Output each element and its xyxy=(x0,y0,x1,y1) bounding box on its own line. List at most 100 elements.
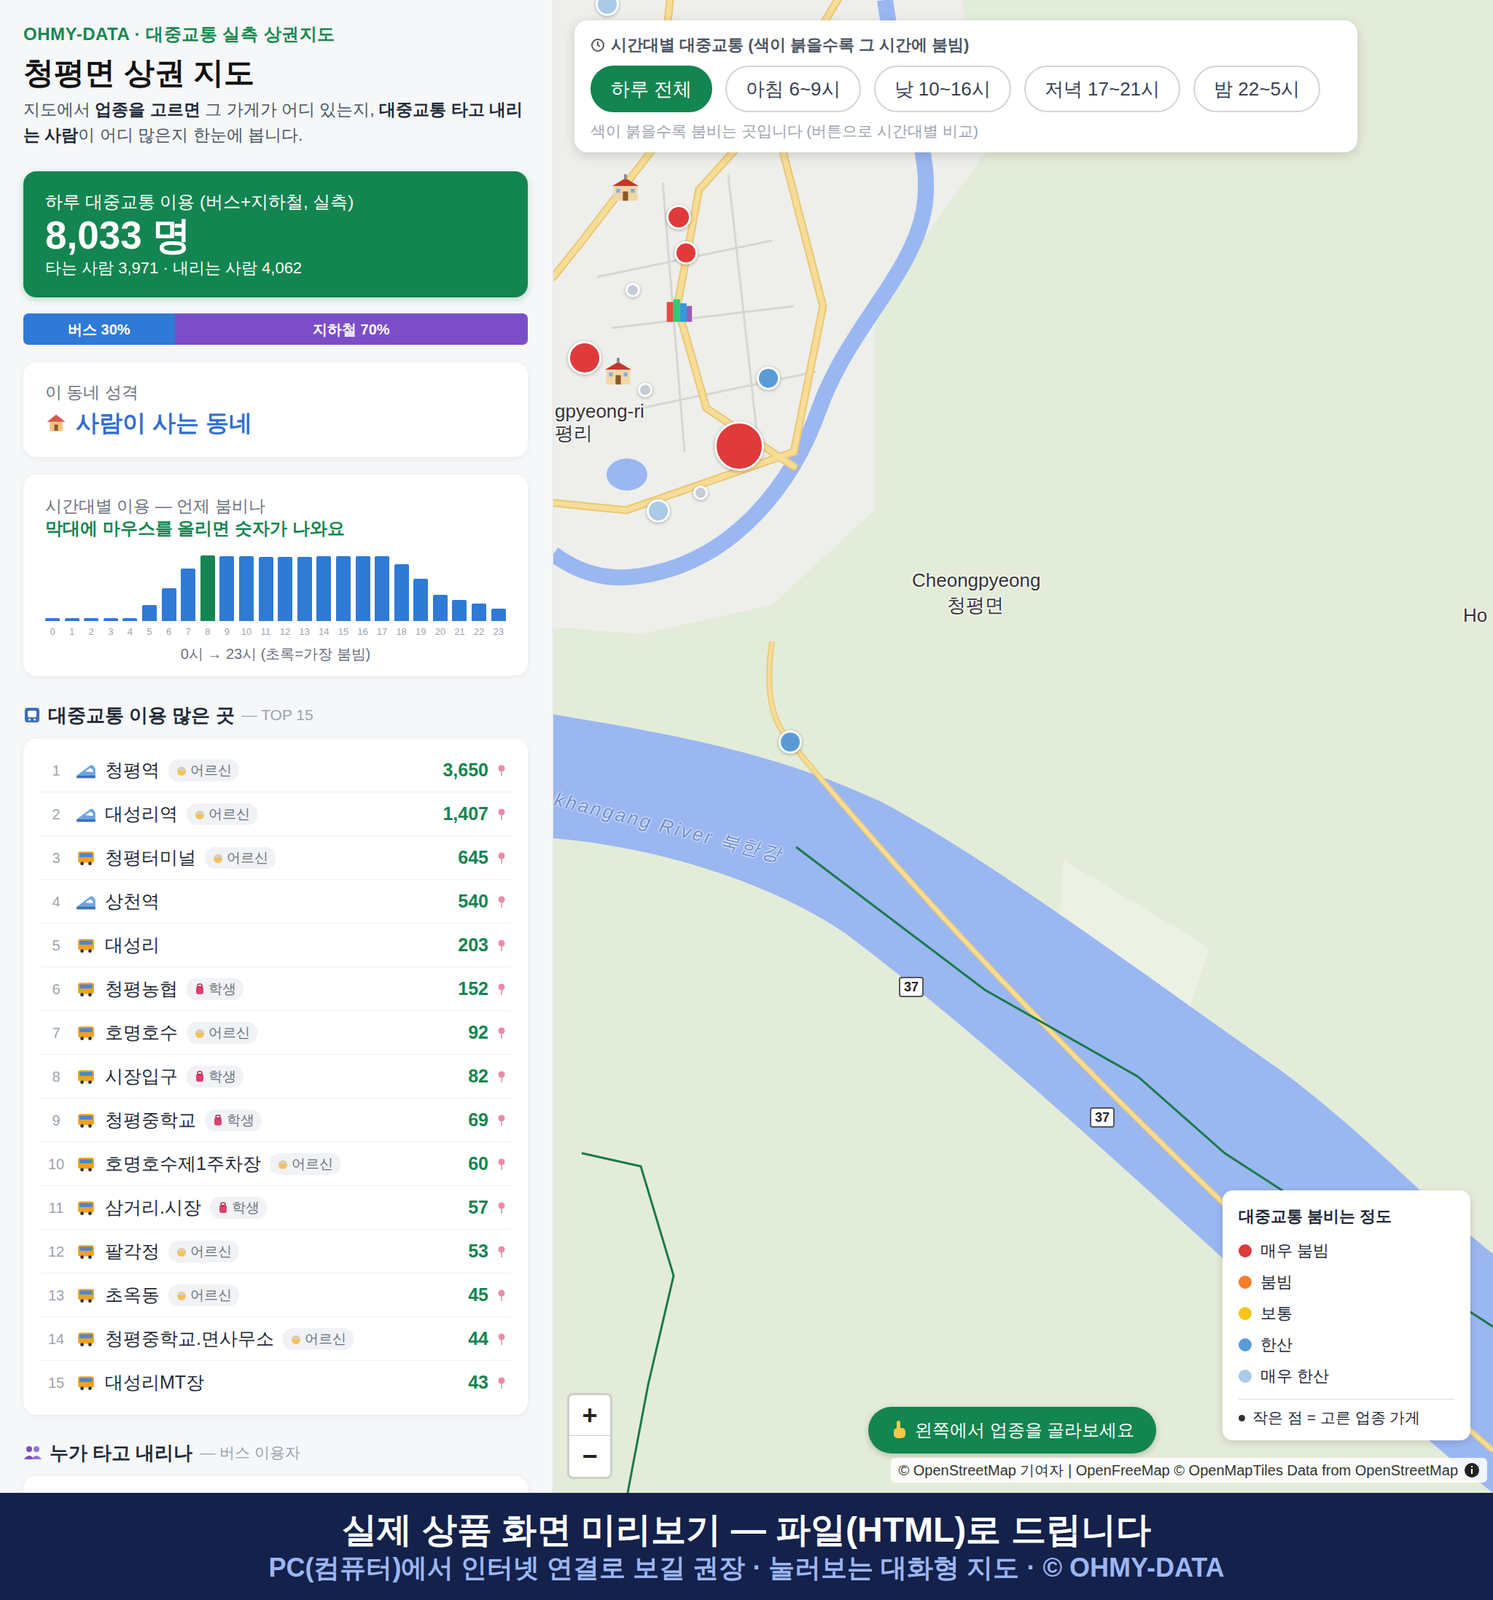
stop-rank: 3 xyxy=(45,847,68,869)
pin-icon xyxy=(497,807,506,821)
chart-column[interactable] xyxy=(336,552,351,622)
stop-row[interactable]: 14청평중학교.면사무소어르신44 xyxy=(40,1317,511,1362)
chart-column[interactable] xyxy=(394,552,409,622)
rider-tag: 어르신 xyxy=(168,1284,240,1307)
chart-bar[interactable] xyxy=(219,556,235,622)
chart-bar[interactable] xyxy=(239,556,254,622)
stop-rank: 10 xyxy=(45,1153,68,1176)
map-attribution: © OpenStreetMap 기여자 | OpenFreeMap © Open… xyxy=(890,1458,1488,1483)
stop-row[interactable]: 8시장입구학생82 xyxy=(40,1054,511,1099)
stop-row[interactable]: 1청평역어르신3,650 xyxy=(40,748,511,793)
chart-column[interactable] xyxy=(277,552,293,622)
chart-bar[interactable] xyxy=(451,599,467,622)
chart-bar[interactable] xyxy=(433,594,448,622)
chart-bar[interactable] xyxy=(258,556,274,622)
chart-tick: 8 xyxy=(200,625,216,639)
stop-row[interactable]: 7호명호수어르신92 xyxy=(40,1011,511,1055)
chart-bar[interactable] xyxy=(471,603,487,622)
chart-column[interactable] xyxy=(122,552,138,622)
chart-bar[interactable] xyxy=(64,618,80,622)
chart-column[interactable] xyxy=(491,552,506,622)
pin-icon xyxy=(497,1113,506,1128)
time-filter-button[interactable]: 낮 10~16시 xyxy=(874,65,1012,113)
chart-bar[interactable] xyxy=(103,618,119,622)
chart-bar[interactable] xyxy=(413,578,428,622)
chart-bar[interactable] xyxy=(200,555,216,622)
map-stop-marker[interactable] xyxy=(567,341,602,375)
school-icon[interactable] xyxy=(602,357,635,388)
mode-split-bar: 버스 30%지하철 70% xyxy=(23,313,528,345)
stop-row[interactable]: 6청평농협학생152 xyxy=(40,967,511,1012)
stop-row[interactable]: 10호명호수제1주차장어르신60 xyxy=(40,1142,511,1187)
chart-bar[interactable] xyxy=(316,556,331,622)
chart-bar[interactable] xyxy=(297,556,313,622)
time-filter-button[interactable]: 아침 6~9시 xyxy=(725,65,861,113)
chart-bar[interactable] xyxy=(355,556,371,622)
map-stop-marker[interactable] xyxy=(714,421,764,471)
zoom-in-button[interactable]: + xyxy=(569,1395,611,1437)
chart-column[interactable] xyxy=(451,552,467,622)
map-stop-marker[interactable] xyxy=(674,241,698,265)
stop-row[interactable]: 15대성리MT장43 xyxy=(40,1361,511,1405)
mode-label: 버스 30% xyxy=(67,318,131,341)
map-stop-marker[interactable] xyxy=(756,366,781,391)
chart-column[interactable] xyxy=(297,552,313,622)
stop-count: 82 xyxy=(468,1062,489,1091)
chart-column[interactable] xyxy=(180,552,196,622)
chart-column[interactable] xyxy=(413,552,428,622)
chart-column[interactable] xyxy=(433,552,448,622)
chart-column[interactable] xyxy=(471,552,487,622)
chart-column[interactable] xyxy=(103,552,119,622)
books-icon[interactable] xyxy=(662,296,695,326)
chart-bar[interactable] xyxy=(161,588,177,622)
stop-row[interactable]: 13초옥동어르신45 xyxy=(40,1273,511,1318)
info-icon xyxy=(1463,1462,1480,1479)
chart-column[interactable] xyxy=(161,552,177,622)
chart-bar[interactable] xyxy=(122,618,138,622)
senior-icon xyxy=(175,1289,188,1302)
chart-bar[interactable] xyxy=(142,605,157,622)
stop-row[interactable]: 11삼거리.시장학생57 xyxy=(40,1186,511,1230)
pointing-hand-icon xyxy=(890,1420,908,1441)
map-stop-marker[interactable] xyxy=(666,204,692,230)
chart-column[interactable] xyxy=(200,552,216,622)
chart-column[interactable] xyxy=(239,552,254,622)
chart-column[interactable] xyxy=(219,552,235,622)
stop-rank: 7 xyxy=(45,1022,68,1044)
chart-bar[interactable] xyxy=(45,618,60,622)
stop-count: 1,407 xyxy=(442,800,489,829)
stop-row[interactable]: 5대성리203 xyxy=(40,923,511,968)
chart-bar[interactable] xyxy=(491,608,506,622)
map-stop-marker[interactable] xyxy=(646,499,670,523)
chart-column[interactable] xyxy=(374,552,390,622)
stop-row[interactable]: 12팔각정어르신53 xyxy=(40,1229,511,1274)
chart-bar[interactable] xyxy=(374,556,390,622)
chart-column[interactable] xyxy=(258,552,274,622)
chart-bar[interactable] xyxy=(394,564,409,622)
chart-column[interactable] xyxy=(316,552,331,622)
time-filter-button[interactable]: 저녁 17~21시 xyxy=(1024,65,1181,113)
map[interactable]: Cheongpyeong청평면gpyeong-ri평리Hokhangang Ri… xyxy=(553,0,1493,1493)
stop-row[interactable]: 2대성리역어르신1,407 xyxy=(40,792,511,837)
chart-bar[interactable] xyxy=(180,568,196,622)
chart-bar[interactable] xyxy=(277,556,293,622)
time-filter-button[interactable]: 밤 22~5시 xyxy=(1193,65,1321,113)
stop-row[interactable]: 3청평터미널어르신645 xyxy=(40,836,511,880)
chart-column[interactable] xyxy=(45,552,60,622)
pick-category-button[interactable]: 왼쪽에서 업종을 골라보세요 xyxy=(868,1406,1157,1454)
chart-column[interactable] xyxy=(355,552,371,622)
legend-label: 매우 한산 xyxy=(1260,1360,1329,1392)
time-filter-button[interactable]: 하루 전체 xyxy=(590,65,713,113)
chart-column[interactable] xyxy=(142,552,157,622)
map-stop-marker[interactable] xyxy=(778,730,802,754)
chart-bar[interactable] xyxy=(336,556,351,622)
rider-tag: 어르신 xyxy=(186,803,258,826)
stop-row[interactable]: 4상천역540 xyxy=(40,879,511,924)
chart-column[interactable] xyxy=(83,552,99,622)
stop-row[interactable]: 9청평중학교학생69 xyxy=(40,1098,511,1143)
chart-column[interactable] xyxy=(64,552,80,622)
bus-icon xyxy=(75,1111,97,1130)
chart-bar[interactable] xyxy=(83,618,99,622)
school-icon[interactable] xyxy=(609,174,642,204)
zoom-out-button[interactable]: − xyxy=(569,1436,611,1477)
